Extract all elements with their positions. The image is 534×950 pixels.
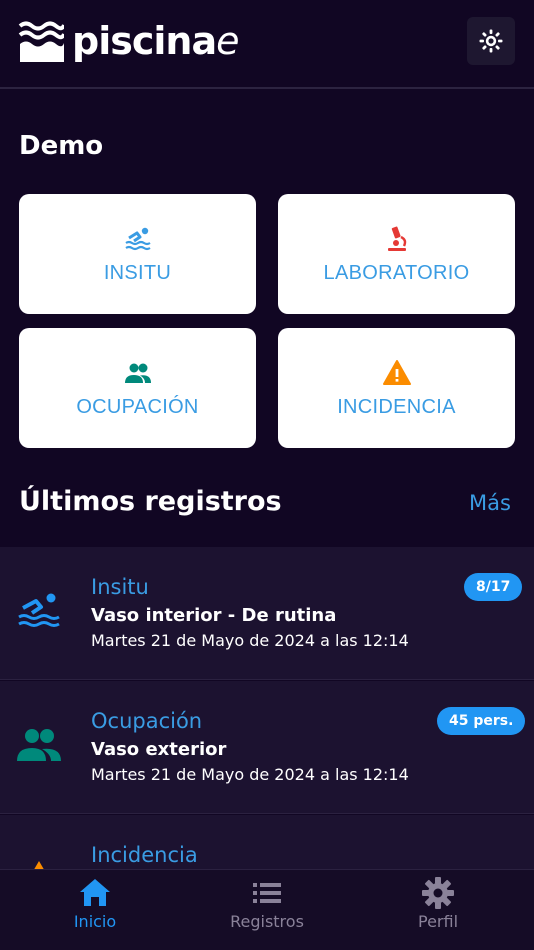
card-label: OCUPACIÓN [76, 395, 199, 418]
card-label: LABORATORIO [323, 261, 470, 284]
app-logo: piscina e [18, 19, 240, 63]
recent-records-list: Insitu Vaso interior - De rutina Martes … [0, 547, 534, 869]
more-link[interactable]: Más [469, 491, 511, 515]
home-icon [80, 879, 110, 906]
bottom-tab-bar: Inicio Registros Perfil [0, 869, 534, 950]
logo-suffix: e [216, 19, 239, 63]
record-title: Vaso interior - De rutina [91, 605, 337, 626]
logo-text: piscina [72, 19, 217, 63]
record-type: Ocupación [91, 709, 203, 733]
record-badge: 8/17 [464, 573, 523, 601]
record-date: Martes 21 de Mayo de 2024 a las 12:14 [91, 631, 409, 650]
tab-label: Registros [230, 912, 304, 931]
card-incidencia[interactable]: INCIDENCIA [278, 328, 515, 448]
list-item[interactable]: Insitu Vaso interior - De rutina Martes … [0, 547, 534, 680]
card-ocupacion[interactable]: OCUPACIÓN [19, 328, 256, 448]
microscope-icon [387, 226, 406, 251]
warning-icon [382, 359, 411, 385]
tab-inicio[interactable]: Inicio [6, 870, 184, 950]
card-label: INSITU [103, 261, 172, 284]
list-item[interactable]: Ocupación Vaso exterior Martes 21 de May… [0, 681, 534, 814]
list-icon [253, 883, 281, 903]
waves-logo-icon [18, 21, 64, 62]
tab-registros[interactable]: Registros [178, 870, 356, 950]
gear-icon [422, 877, 454, 909]
record-title: Vaso exterior [91, 739, 227, 760]
people-icon [17, 729, 61, 761]
logo-wordmark: piscina e [72, 19, 240, 63]
recent-records-title: Últimos registros [19, 486, 282, 517]
app-header: piscina e [0, 0, 534, 89]
record-type: Insitu [91, 575, 149, 599]
card-laboratorio[interactable]: LABORATORIO [278, 194, 515, 314]
people-icon [124, 363, 151, 383]
card-label: INCIDENCIA [337, 395, 456, 418]
record-badge: 45 pers. [437, 707, 526, 735]
brightness-icon [479, 29, 503, 53]
record-date: Martes 21 de Mayo de 2024 a las 12:14 [91, 765, 409, 784]
tab-label: Perfil [417, 912, 459, 931]
tab-label: Inicio [73, 912, 117, 931]
card-insitu[interactable]: INSITU [19, 194, 256, 314]
warning-icon [34, 861, 44, 869]
list-item[interactable]: Incidencia [0, 815, 534, 869]
swimmer-icon [124, 227, 151, 250]
swimmer-icon [18, 593, 60, 627]
record-type: Incidencia [91, 843, 198, 867]
theme-toggle-button[interactable] [467, 17, 515, 65]
tab-perfil[interactable]: Perfil [349, 870, 527, 950]
section-title: Demo [19, 131, 104, 161]
